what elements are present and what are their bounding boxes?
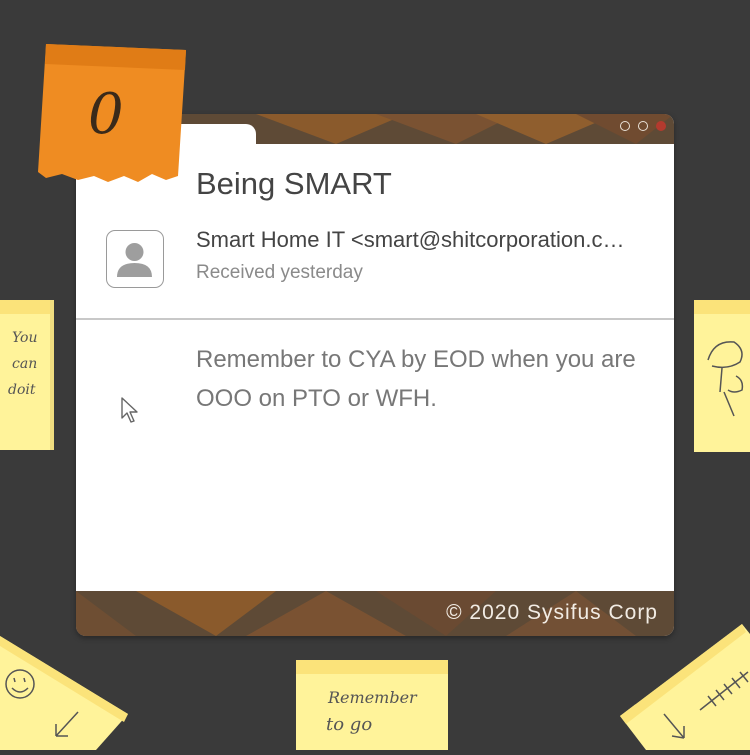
close-icon[interactable] [656, 121, 666, 131]
email-window: Being SMART Smart Home IT <smart@shitcor… [76, 114, 674, 636]
sticky-note-orange-text: 0 [88, 82, 124, 147]
sticky-note-orange: 0 [38, 44, 186, 190]
sticky-note-left-line-3: doit [8, 382, 36, 398]
sticky-note-bottom-right [620, 620, 750, 750]
sticky-note-bottom-center-line-2: to go [326, 714, 373, 735]
email-received-time: Received yesterday [196, 262, 363, 283]
sticky-note-left-line-1: You [12, 330, 38, 346]
copyright-text: © 2020 Sysifus Corp [446, 601, 658, 624]
mouse-pointer-icon [121, 397, 138, 423]
sticky-note-bottom-center: Remember to go [296, 660, 448, 750]
person-icon [106, 230, 164, 288]
sticky-note-bottom-left [0, 620, 135, 750]
email-sender: Smart Home IT <smart@shitcorporation.com… [196, 227, 636, 252]
window-controls [620, 121, 666, 131]
sticky-note-left: You can doit [0, 300, 54, 450]
sticky-note-bottom-left-paper [0, 636, 128, 750]
minimize-icon[interactable] [620, 121, 630, 131]
header-divider [76, 318, 674, 320]
sticky-note-left-paper [0, 300, 54, 450]
sticky-note-bottom-right-paper [620, 624, 750, 750]
sticky-note-bottom-center-line-1: Remember [328, 688, 417, 707]
maximize-icon[interactable] [638, 121, 648, 131]
email-subject: Being SMART [196, 166, 392, 201]
email-body: Remember to CYA by EOD when you are OOO … [196, 346, 636, 412]
sticky-note-left-line-2: can [12, 356, 38, 372]
sticky-note-right-paper [694, 300, 750, 452]
sticky-note-right [694, 300, 750, 452]
window-footer: © 2020 Sysifus Corp [76, 591, 674, 636]
